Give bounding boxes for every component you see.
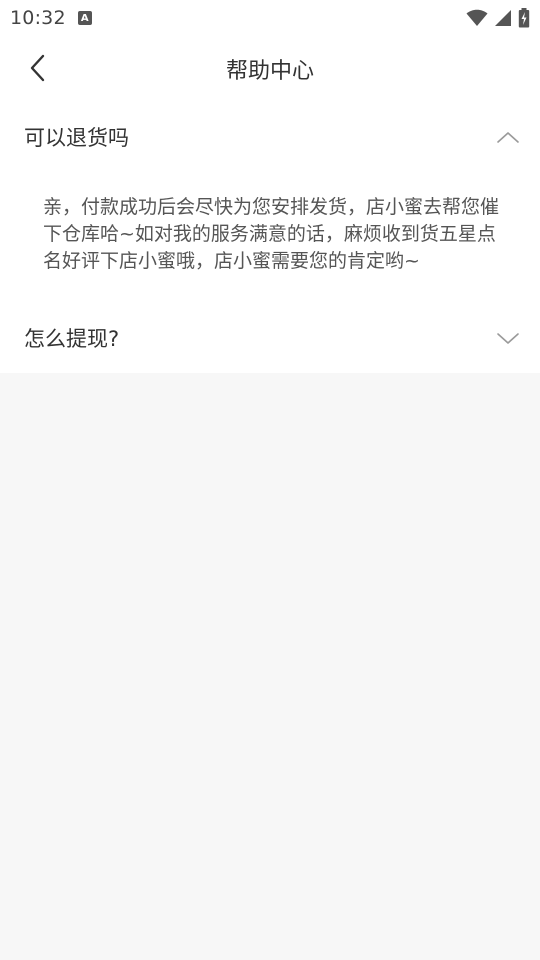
wifi-icon [466,9,488,26]
faq-item-return: 可以退货吗 亲，付款成功后会尽快为您安排发货，店小蜜去帮您催下仓库哈~如对我的服… [0,102,540,303]
faq-header-withdraw[interactable]: 怎么提现? [0,303,540,373]
a-icon: A [77,11,92,25]
faq-question: 可以退货吗 [24,126,129,150]
faq-question: 怎么提现? [24,327,120,351]
status-time: 10:32 [10,7,66,29]
chevron-up-icon [496,125,520,149]
battery-charging-icon [518,8,530,28]
page-title: 帮助中心 [225,59,314,84]
nav-bar: 帮助中心 [0,36,540,102]
status-bar: 10:32 A [0,0,540,36]
faq-header-return[interactable]: 可以退货吗 [0,102,540,172]
status-left: 10:32 A [10,7,92,29]
chevron-left-icon [30,54,45,82]
status-right [466,8,530,28]
chevron-down-icon [496,326,520,350]
top-panel: 10:32 A 帮助中心 可以退货吗 亲，付款成功后会尽快为您安排发货，店小蜜去… [0,0,540,373]
signal-icon [495,10,511,26]
faq-answer: 亲，付款成功后会尽快为您安排发货，店小蜜去帮您催下仓库哈~如对我的服务满意的话，… [43,196,500,272]
faq-list: 可以退货吗 亲，付款成功后会尽快为您安排发货，店小蜜去帮您催下仓库哈~如对我的服… [0,102,540,373]
faq-item-withdraw: 怎么提现? [0,303,540,373]
back-button[interactable] [18,48,58,88]
